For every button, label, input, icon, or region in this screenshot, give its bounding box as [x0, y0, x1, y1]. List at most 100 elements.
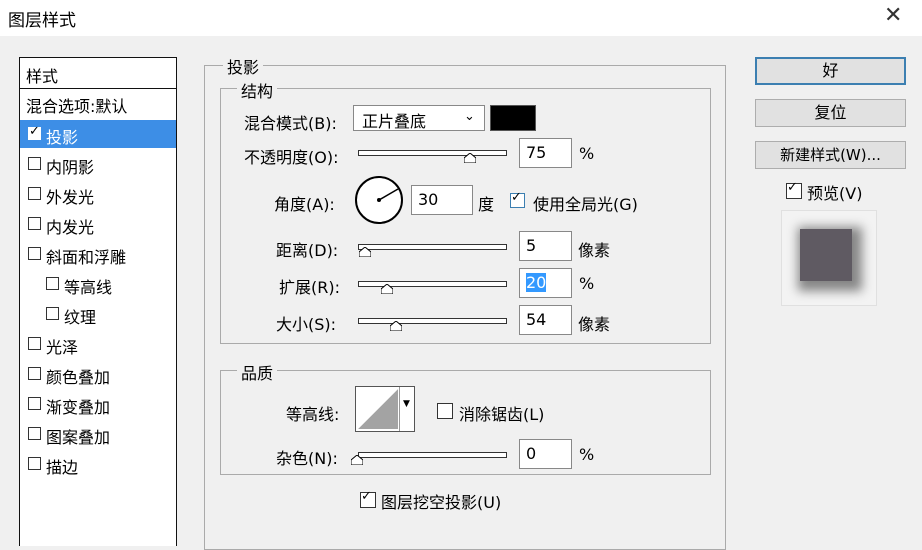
noise-input-value: 0 — [526, 444, 537, 463]
noise-unit: % — [579, 445, 595, 464]
style-list-item-checkbox[interactable] — [28, 247, 41, 260]
style-list-item-label: 渐变叠加 — [46, 398, 111, 417]
angle-dial[interactable] — [353, 174, 405, 226]
style-list-item-checkbox[interactable] — [28, 397, 41, 410]
reset-button[interactable]: 复位 — [755, 99, 906, 127]
style-list-item-label: 光泽 — [46, 338, 79, 357]
style-list-item-checkbox[interactable] — [28, 157, 41, 170]
style-list-item[interactable]: 渐变叠加 — [20, 390, 176, 418]
global-light-check-icon — [510, 190, 525, 208]
style-list-item[interactable]: 颜色叠加 — [20, 360, 176, 388]
style-list-item-label: 内发光 — [46, 218, 95, 237]
contour-label: 等高线: — [286, 405, 340, 424]
style-list-item[interactable]: 投影 — [20, 120, 176, 148]
style-list-item[interactable]: 内阴影 — [20, 150, 176, 178]
window-title: 图层样式 — [8, 11, 76, 31]
style-list-item-checkbox[interactable] — [28, 457, 41, 470]
contour-preview-icon — [358, 389, 398, 429]
size-input-value: 54 — [526, 310, 547, 329]
contour-dropdown[interactable]: ▼ — [399, 387, 415, 431]
angle-unit: 度 — [478, 195, 495, 214]
noise-label: 杂色(N): — [276, 449, 338, 468]
antialias-label[interactable]: 消除锯齿(L) — [459, 401, 544, 425]
style-list-item-checkbox[interactable] — [46, 307, 59, 320]
style-list-item-label: 描边 — [46, 458, 79, 477]
style-list-item[interactable]: 图案叠加 — [20, 420, 176, 448]
opacity-input[interactable]: 75 — [519, 138, 572, 168]
size-input[interactable]: 54 — [519, 305, 572, 335]
knockout-label[interactable]: 图层挖空投影(U) — [381, 489, 501, 513]
contour-picker[interactable]: ▼ — [355, 386, 415, 432]
style-list-item-label: 纹理 — [64, 308, 97, 327]
spread-unit: % — [579, 274, 595, 293]
spread-input[interactable]: 20 — [519, 268, 572, 298]
antialias-checkbox[interactable] — [437, 403, 453, 419]
style-list-item[interactable]: 斜面和浮雕 — [20, 240, 176, 268]
angle-input[interactable]: 30 — [411, 185, 473, 215]
style-list-item[interactable]: 外发光 — [20, 180, 176, 208]
style-list-item-label: 颜色叠加 — [46, 368, 111, 387]
style-list-item-label: 内阴影 — [46, 158, 95, 177]
shadow-color-swatch[interactable] — [490, 105, 536, 131]
size-slider[interactable] — [358, 318, 507, 324]
drop-shadow-group-title: 投影 — [223, 54, 264, 78]
style-list-header: 样式 — [20, 58, 176, 89]
preview-checkbox[interactable] — [786, 180, 802, 199]
distance-slider-thumb[interactable] — [359, 247, 371, 257]
opacity-unit: % — [579, 144, 595, 163]
distance-input[interactable]: 5 — [519, 231, 572, 261]
blend-mode-select[interactable]: 正片叠底 ⌄ — [353, 105, 485, 131]
noise-input[interactable]: 0 — [519, 439, 572, 469]
style-list-item-label: 斜面和浮雕 — [46, 248, 127, 267]
style-list-item-label: 等高线 — [64, 278, 113, 297]
blend-mode-label: 混合模式(B): — [244, 114, 337, 133]
style-list-item[interactable]: 纹理 — [20, 300, 176, 328]
blend-mode-value: 正片叠底 — [362, 112, 427, 131]
style-list-item-checkbox[interactable] — [28, 427, 41, 440]
noise-slider[interactable] — [358, 452, 507, 458]
style-list-item[interactable]: 光泽 — [20, 330, 176, 358]
style-list-item[interactable]: 混合选项:默认 — [20, 89, 176, 117]
style-list-item-label: 图案叠加 — [46, 428, 111, 447]
style-list-item-checkbox[interactable] — [28, 367, 41, 380]
size-unit: 像素 — [578, 315, 611, 334]
style-list-item[interactable]: 描边 — [20, 450, 176, 478]
style-list-item[interactable]: 内发光 — [20, 210, 176, 238]
structure-group-title: 结构 — [237, 78, 278, 102]
title-bar: 图层样式 ✕ — [0, 0, 922, 36]
global-light-checkbox[interactable] — [508, 190, 528, 210]
global-light-label[interactable]: 使用全局光(G) — [533, 191, 638, 215]
chevron-down-icon: ⌄ — [464, 109, 475, 124]
size-slider-thumb[interactable] — [390, 321, 402, 331]
preview-thumbnail — [781, 210, 877, 306]
preview-label[interactable]: 预览(V) — [807, 180, 862, 204]
knockout-checkbox[interactable] — [360, 489, 376, 508]
noise-slider-thumb[interactable] — [351, 455, 363, 465]
distance-unit: 像素 — [578, 241, 611, 260]
opacity-input-value: 75 — [526, 143, 547, 162]
spread-slider-thumb[interactable] — [381, 284, 393, 294]
new-style-button[interactable]: 新建样式(W)... — [755, 141, 906, 169]
caret-down-icon: ▼ — [403, 399, 410, 409]
opacity-slider[interactable] — [358, 150, 507, 156]
ok-button[interactable]: 好 — [755, 57, 906, 85]
style-list-item-label: 混合选项:默认 — [26, 97, 128, 116]
spread-input-value: 20 — [526, 273, 547, 292]
close-icon[interactable]: ✕ — [884, 3, 902, 28]
size-label: 大小(S): — [276, 315, 337, 334]
style-list-item-label: 外发光 — [46, 188, 95, 207]
distance-slider[interactable] — [358, 244, 507, 250]
style-list-item[interactable]: 等高线 — [20, 270, 176, 298]
style-list-item-checkbox[interactable] — [28, 124, 41, 140]
style-list-item-checkbox[interactable] — [28, 187, 41, 200]
angle-label: 角度(A): — [274, 195, 335, 214]
opacity-slider-thumb[interactable] — [463, 153, 476, 163]
opacity-label: 不透明度(O): — [244, 148, 339, 167]
angle-input-value: 30 — [418, 190, 439, 209]
style-list-item-checkbox[interactable] — [28, 337, 41, 350]
preview-square — [800, 229, 852, 281]
spread-label: 扩展(R): — [279, 278, 340, 297]
style-list-item-checkbox[interactable] — [46, 277, 59, 290]
style-list-item-checkbox[interactable] — [28, 217, 41, 230]
distance-label: 距离(D): — [276, 241, 339, 260]
